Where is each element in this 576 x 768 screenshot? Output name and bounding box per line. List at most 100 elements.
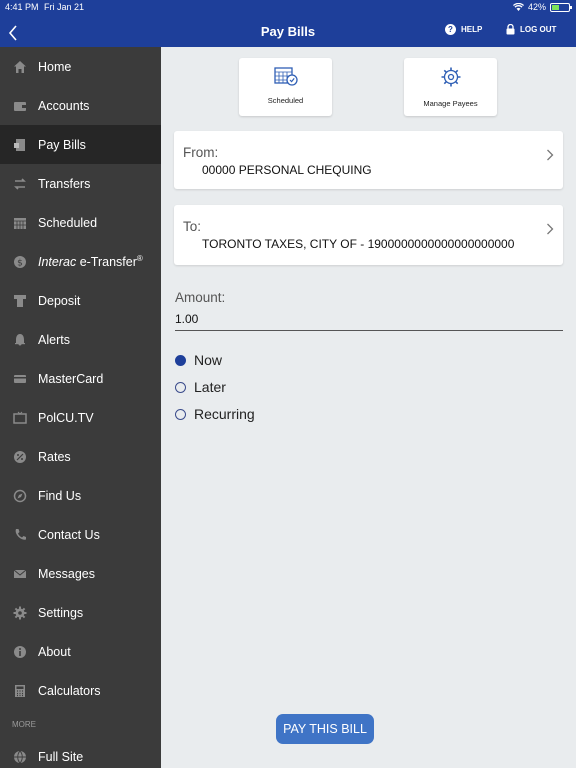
help-button[interactable]: ? HELP [445,24,482,35]
radio-now-label: Now [194,352,223,368]
manage-payees-button[interactable]: Manage Payees [404,58,497,116]
compass-icon [13,489,27,503]
deposit-icon [13,294,27,308]
logout-label: LOG OUT [520,25,557,34]
wifi-icon [512,3,524,11]
registered-mark: ® [136,253,143,263]
calculator-icon [13,684,27,698]
logout-button[interactable]: LOG OUT [506,24,556,35]
chevron-right-icon [547,149,554,161]
sidebar-item-label: Calculators [38,683,101,698]
status-date: Fri Jan 21 [44,2,85,12]
svg-text:$: $ [17,258,23,268]
envelope-icon [13,567,27,581]
scheduled-calendar-icon [239,66,332,88]
sidebar-item-label: PolCU.TV [38,410,94,425]
sidebar-item-label: Settings [38,605,84,620]
radio-now[interactable]: Now [175,352,222,368]
sidebar-item-label: Find Us [38,488,82,503]
calendar-icon [13,216,27,230]
dollar-icon: $ [13,255,27,269]
scheduled-label: Scheduled [267,96,304,105]
etransfer-text: e-Transfer [76,255,137,270]
sidebar-item-pay-bills[interactable]: Pay Bills [0,125,161,164]
bill-icon [13,138,27,152]
sidebar-item-accounts[interactable]: Accounts [0,86,161,125]
sidebar-item-rates[interactable]: Rates [0,437,161,476]
sidebar-item-transfers[interactable]: Transfers [0,164,161,203]
tv-icon [13,411,27,425]
lock-icon [506,24,515,35]
radio-recurring-label: Recurring [194,406,255,422]
amount-label: Amount: [175,290,226,305]
transfer-icon [13,177,27,191]
sidebar-item-label: Full Site [38,749,84,764]
from-label: From: [183,145,219,160]
sidebar-item-label: Home [38,59,72,74]
status-bar: 4:41 PM Fri Jan 21 42% [0,0,576,14]
sidebar-item-contact-us[interactable]: Contact Us [0,515,161,554]
sidebar-item-label: Deposit [38,293,81,308]
status-time: 4:41 PM [5,2,39,12]
sidebar-item-mastercard[interactable]: MasterCard [0,359,161,398]
top-bar: 4:41 PM Fri Jan 21 42% Pay Bills ? HELP … [0,0,576,47]
sidebar-item-label: Alerts [38,332,70,347]
sidebar-item-label: Transfers [38,176,91,191]
scheduled-button[interactable]: Scheduled [239,58,332,116]
battery-percent: 42% [527,2,546,12]
radio-later[interactable]: Later [175,379,226,395]
sidebar-item-find-us[interactable]: Find Us [0,476,161,515]
manage-payees-label: Manage Payees [423,99,478,108]
bell-icon [13,333,27,347]
main-content: Scheduled Manage Payees From: 00000 PERS… [161,47,576,768]
phone-icon [13,528,27,542]
radio-unselected-icon [175,408,186,420]
sidebar-item-messages[interactable]: Messages [0,554,161,593]
percent-icon [13,450,27,464]
sidebar-item-label: Contact Us [38,527,100,542]
radio-selected-icon [175,354,186,366]
radio-recurring[interactable]: Recurring [175,406,255,422]
sidebar-item-label: Scheduled [38,215,98,230]
sidebar-item-about[interactable]: About [0,632,161,671]
battery-icon [550,2,572,12]
sidebar-item-polcu-tv[interactable]: PolCU.TV [0,398,161,437]
sidebar-item-label: Interac e-Transfer® [38,254,143,269]
interac-text: Interac [38,255,77,270]
chevron-left-icon [8,25,17,41]
sidebar-item-label: Accounts [38,98,90,113]
back-button[interactable] [6,24,20,42]
sidebar-more-heading: MORE [12,720,36,729]
to-label: To: [183,219,202,234]
from-account-selector[interactable]: From: 00000 PERSONAL CHEQUING [174,131,563,189]
sidebar-item-label: Rates [38,449,71,464]
wallet-icon [13,99,27,113]
chevron-right-icon [547,223,554,235]
amount-field[interactable] [175,308,563,331]
info-icon [13,645,27,659]
sidebar-item-deposit[interactable]: Deposit [0,281,161,320]
sidebar-item-label: Messages [38,566,95,581]
radio-unselected-icon [175,381,186,393]
page-title: Pay Bills [260,24,316,39]
sidebar: Home Accounts Pay Bills Transfers Schedu… [0,47,161,768]
to-value: TORONTO TAXES, CITY OF - 190000000000000… [202,237,515,251]
help-label: HELP [461,25,483,34]
home-icon [13,60,27,74]
pay-this-bill-button[interactable]: PAY THIS BILL [276,714,374,744]
sidebar-item-settings[interactable]: Settings [0,593,161,632]
sidebar-item-calculators[interactable]: Calculators [0,671,161,710]
globe-icon [13,750,27,764]
to-payee-selector[interactable]: To: TORONTO TAXES, CITY OF - 19000000000… [174,205,563,265]
gear-icon [404,66,497,88]
gear-icon [13,606,27,620]
sidebar-item-label: MasterCard [38,371,104,386]
sidebar-item-home[interactable]: Home [0,47,161,86]
sidebar-item-full-site[interactable]: Full Site [0,737,161,768]
sidebar-item-label: About [38,644,71,659]
from-value: 00000 PERSONAL CHEQUING [202,163,372,177]
sidebar-item-alerts[interactable]: Alerts [0,320,161,359]
sidebar-item-scheduled[interactable]: Scheduled [0,203,161,242]
sidebar-item-interac-etransfer[interactable]: $ Interac e-Transfer® [0,242,161,281]
help-icon: ? [445,24,456,35]
